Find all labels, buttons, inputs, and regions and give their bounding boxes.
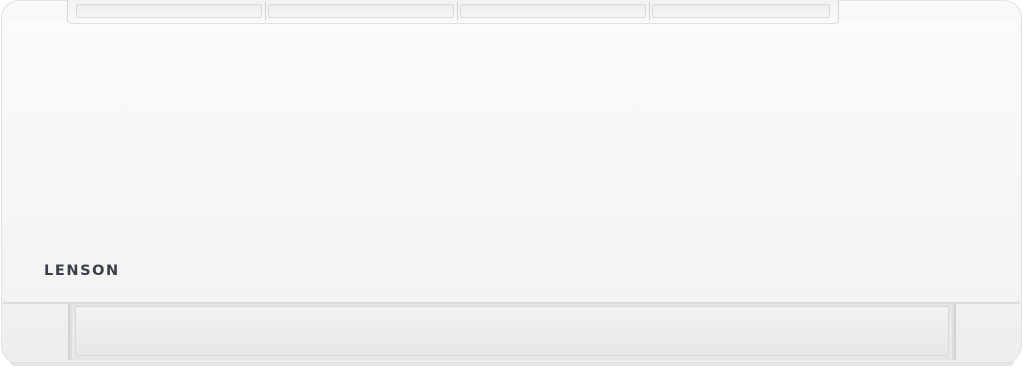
grille-slot	[652, 4, 830, 18]
grille-slot	[76, 4, 262, 18]
airflow-louver	[75, 306, 949, 356]
brand-logo: LENSON	[44, 262, 120, 280]
grille-slot	[268, 4, 454, 18]
louver-edge-left	[68, 304, 72, 360]
front-panel	[3, 20, 1020, 303]
grille-divider	[457, 2, 458, 20]
air-conditioner-unit: LENSON	[0, 0, 1024, 368]
brand-logo-text: LENSON	[44, 263, 120, 279]
grille-divider	[265, 2, 266, 20]
grille-divider	[649, 2, 650, 20]
unit-bottom-edge	[10, 362, 1014, 366]
top-air-intake-grille	[67, 0, 839, 24]
grille-slot	[460, 4, 646, 18]
louver-edge-right	[952, 304, 956, 360]
